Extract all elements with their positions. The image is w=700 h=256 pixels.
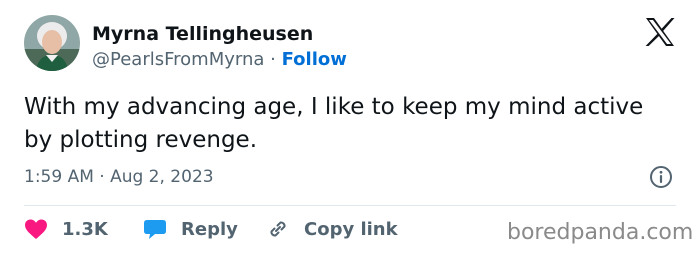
- handle-row: @PearlsFromMyrna · Follow: [92, 48, 347, 72]
- copy-link-button[interactable]: Copy link: [266, 215, 398, 243]
- link-icon: [270, 221, 286, 237]
- reply-button[interactable]: Reply: [143, 215, 238, 243]
- copy-link-label: Copy link: [304, 218, 398, 240]
- divider: [24, 205, 676, 206]
- x-logo-icon[interactable]: [644, 17, 676, 47]
- tweet-timestamp[interactable]: 1:59 AM · Aug 2, 2023: [24, 165, 214, 189]
- watermark: boredpanda.com: [507, 220, 694, 245]
- avatar[interactable]: [24, 15, 80, 71]
- user-handle[interactable]: @PearlsFromMyrna: [92, 49, 264, 70]
- like-button[interactable]: 1.3K: [24, 215, 108, 243]
- info-icon[interactable]: [649, 165, 673, 189]
- like-count: 1.3K: [62, 218, 108, 240]
- heart-icon: [25, 219, 47, 239]
- reply-bubble-icon: [144, 220, 166, 239]
- separator: ·: [270, 49, 276, 70]
- reply-label: Reply: [181, 218, 238, 240]
- display-name[interactable]: Myrna Tellingheusen: [92, 22, 313, 46]
- follow-button[interactable]: Follow: [282, 49, 347, 70]
- tweet-text: With my advancing age, I like to keep my…: [24, 94, 644, 153]
